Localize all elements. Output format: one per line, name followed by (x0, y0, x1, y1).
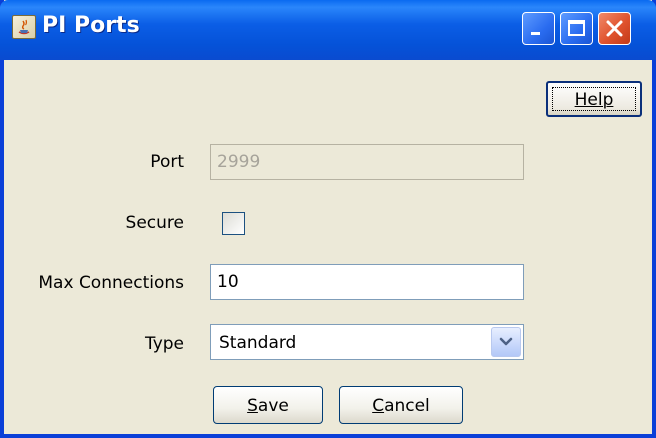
chevron-down-icon (499, 337, 513, 346)
window-title: PI Ports (42, 13, 140, 38)
help-button[interactable]: Help (546, 81, 642, 117)
java-app-icon (12, 15, 36, 39)
minimize-icon (531, 32, 540, 35)
port-input[interactable] (210, 144, 524, 180)
maximize-button[interactable] (560, 12, 593, 45)
cancel-button-label: Cancel (372, 396, 430, 416)
type-selected-value: Standard (219, 333, 297, 353)
close-button[interactable] (598, 12, 631, 45)
help-button-label: Help (574, 90, 614, 110)
dialog-window: PI Ports Help Port Secure Max Connection… (0, 0, 656, 438)
secure-checkbox[interactable] (222, 212, 245, 235)
save-button-label: Save (247, 396, 289, 416)
type-label: Type (144, 334, 184, 354)
type-select[interactable]: Standard (210, 324, 524, 360)
maximize-icon (568, 20, 585, 36)
minimize-button[interactable] (522, 12, 555, 45)
max-connections-input[interactable] (210, 264, 524, 300)
port-label: Port (150, 152, 184, 172)
secure-label: Secure (125, 213, 184, 233)
save-button[interactable]: Save (213, 386, 323, 424)
cancel-button[interactable]: Cancel (339, 386, 463, 424)
close-icon (606, 20, 623, 37)
title-bar[interactable]: PI Ports (0, 0, 656, 60)
dropdown-button[interactable] (491, 327, 521, 357)
max-connections-label: Max Connections (38, 273, 184, 293)
